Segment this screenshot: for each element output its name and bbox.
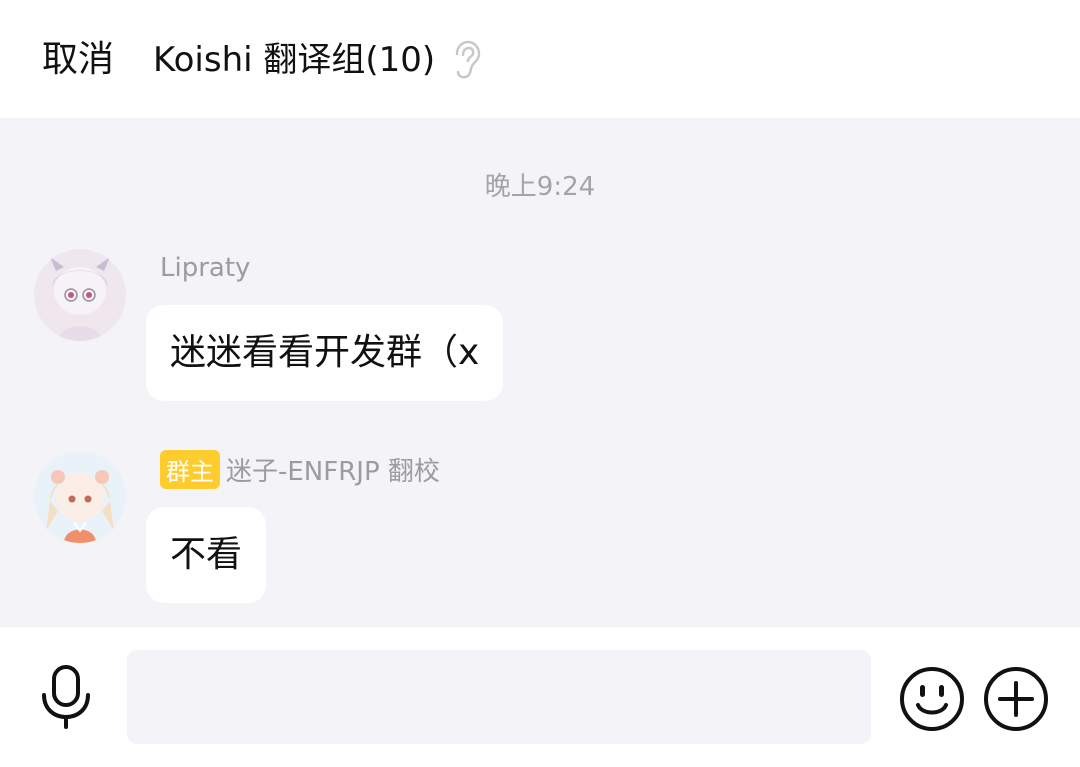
message-bubble[interactable]: 不看 [146,507,267,603]
input-bar [0,627,1080,767]
sender-name: Lipraty [160,253,250,283]
cancel-button[interactable]: 取消 [42,36,114,84]
message-input[interactable] [127,650,871,744]
message-timestamp: 晚上9:24 [484,172,596,202]
plus-icon[interactable] [982,665,1050,733]
microphone-icon[interactable] [36,665,96,729]
sender-name: 群主 迷子-ENFRJP 翻校 [160,450,440,489]
group-title[interactable]: Koishi 翻译组(10) [153,36,435,84]
message-bubble[interactable]: 迷迷看看开发群（x [146,305,504,401]
avatar-owner[interactable] [34,451,126,543]
sender-name-text: 迷子-ENFRJP 翻校 [226,457,440,487]
ear-icon[interactable] [448,40,482,80]
smiley-icon[interactable] [898,665,966,733]
sender-name-text: Lipraty [160,253,251,283]
chat-area: 晚上9:24 Lipraty 迷迷看看开发群（x 群主 迷子-ENFRJP 翻校… [0,118,1080,627]
avatar-lipraty[interactable] [34,249,126,341]
top-bar: 取消 Koishi 翻译组(10) [0,0,1080,118]
owner-badge: 群主 [160,450,220,489]
